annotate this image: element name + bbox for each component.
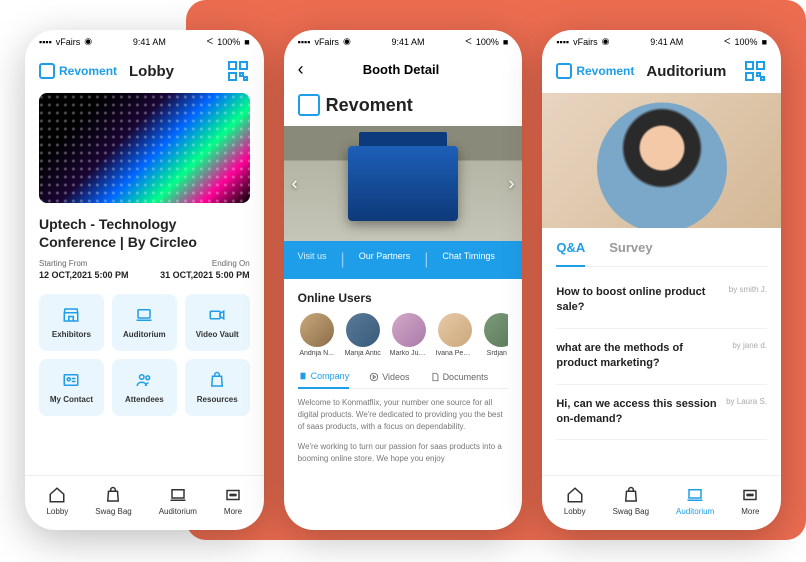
status-bar: ▪▪▪▪vFairs◉ 9:41 AM ⵦ100%■ (284, 30, 523, 49)
user-item[interactable]: Marija Antic (344, 313, 382, 357)
bag-icon (207, 371, 227, 389)
card-exhibitors[interactable]: Exhibitors (39, 294, 104, 351)
tab-videos[interactable]: Videos (369, 371, 409, 382)
laptop-icon (686, 486, 704, 504)
qr-icon[interactable] (743, 59, 767, 83)
nav-auditorium[interactable]: Auditorium (159, 486, 197, 516)
action-bar: Visit us | Our Partners | Chat Timings (284, 241, 523, 279)
qr-icon[interactable] (226, 59, 250, 83)
users-icon (134, 371, 154, 389)
company-description: Welcome to Konmatflix, your number one s… (298, 397, 509, 433)
qa-item[interactable]: Hi, can we access this session on-demand… (556, 385, 767, 441)
page-title: Booth Detail (320, 62, 483, 77)
visit-us-link[interactable]: Visit us (298, 251, 327, 269)
page-title: Lobby (129, 63, 218, 80)
building-icon (298, 371, 308, 381)
user-item[interactable]: Ivana Pesi... (436, 313, 474, 357)
back-icon[interactable]: ‹ (298, 59, 304, 80)
bag-icon (104, 486, 122, 504)
laptop-icon (134, 306, 154, 324)
bottom-nav: Lobby Swag Bag Auditorium More (25, 475, 264, 530)
tab-survey[interactable]: Survey (609, 240, 652, 266)
nav-swag-bag[interactable]: Swag Bag (95, 486, 131, 516)
card-attendees[interactable]: Attendees (112, 359, 177, 416)
more-icon (741, 486, 759, 504)
home-icon (48, 486, 66, 504)
tab-company[interactable]: Company (298, 371, 350, 389)
bottom-nav: Lobby Swag Bag Auditorium More (542, 475, 781, 530)
brand-logo: Revoment (39, 63, 117, 79)
card-video-vault[interactable]: Video Vault (185, 294, 250, 351)
avatar (346, 313, 380, 347)
card-resources[interactable]: Resources (185, 359, 250, 416)
storefront-icon (61, 306, 81, 324)
avatar (484, 313, 509, 347)
user-item[interactable]: Andrija N... (298, 313, 336, 357)
page-title: Auditorium (646, 63, 735, 80)
phone-booth: ▪▪▪▪vFairs◉ 9:41 AM ⵦ100%■ ‹ Booth Detai… (284, 30, 523, 530)
more-icon (224, 486, 242, 504)
brand-logo (298, 94, 320, 116)
card-my-contact[interactable]: My Contact (39, 359, 104, 416)
document-icon (430, 372, 440, 382)
video-icon (207, 306, 227, 324)
nav-auditorium[interactable]: Auditorium (676, 486, 714, 516)
play-icon (369, 372, 379, 382)
user-item[interactable]: Srdjan ... (482, 313, 509, 357)
carousel-next-icon[interactable]: › (508, 173, 514, 194)
event-title: Uptech - Technology Conference | By Circ… (39, 215, 250, 251)
nav-more[interactable]: More (224, 486, 242, 516)
bag-icon (622, 486, 640, 504)
status-bar: ▪▪▪▪vFairs◉ 9:41 AM ⵦ100%■ (542, 30, 781, 49)
nav-more[interactable]: More (741, 486, 759, 516)
brand-logo: Revoment (556, 63, 634, 79)
partners-link[interactable]: Our Partners (359, 251, 411, 269)
contact-icon (61, 371, 81, 389)
phone-lobby: ▪▪▪▪vFairs◉ 9:41 AM ⵦ100%■ Revoment Lobb… (25, 30, 264, 530)
phone-auditorium: ▪▪▪▪vFairs◉ 9:41 AM ⵦ100%■ Revoment Audi… (542, 30, 781, 530)
company-description: We're working to turn our passion for sa… (298, 441, 509, 465)
nav-swag-bag[interactable]: Swag Bag (613, 486, 649, 516)
presenter-image (542, 93, 781, 228)
nav-lobby[interactable]: Lobby (564, 486, 586, 516)
qa-item[interactable]: How to boost online product sale?by smit… (556, 273, 767, 329)
qa-item[interactable]: what are the methods of product marketin… (556, 329, 767, 385)
online-users-title: Online Users (298, 291, 509, 305)
avatar (300, 313, 334, 347)
chat-timings-link[interactable]: Chat Timings (442, 251, 495, 269)
status-bar: ▪▪▪▪vFairs◉ 9:41 AM ⵦ100%■ (25, 30, 264, 49)
tab-documents[interactable]: Documents (430, 371, 489, 382)
tab-qa[interactable]: Q&A (556, 240, 585, 267)
carousel-prev-icon[interactable]: ‹ (292, 173, 298, 194)
nav-lobby[interactable]: Lobby (46, 486, 68, 516)
laptop-icon (169, 486, 187, 504)
booth-image: ‹ › (284, 126, 523, 241)
user-item[interactable]: Marko Jus... (390, 313, 428, 357)
home-icon (566, 486, 584, 504)
card-auditorium[interactable]: Auditorium (112, 294, 177, 351)
event-hero-image (39, 93, 250, 203)
avatar (392, 313, 426, 347)
avatar (438, 313, 472, 347)
